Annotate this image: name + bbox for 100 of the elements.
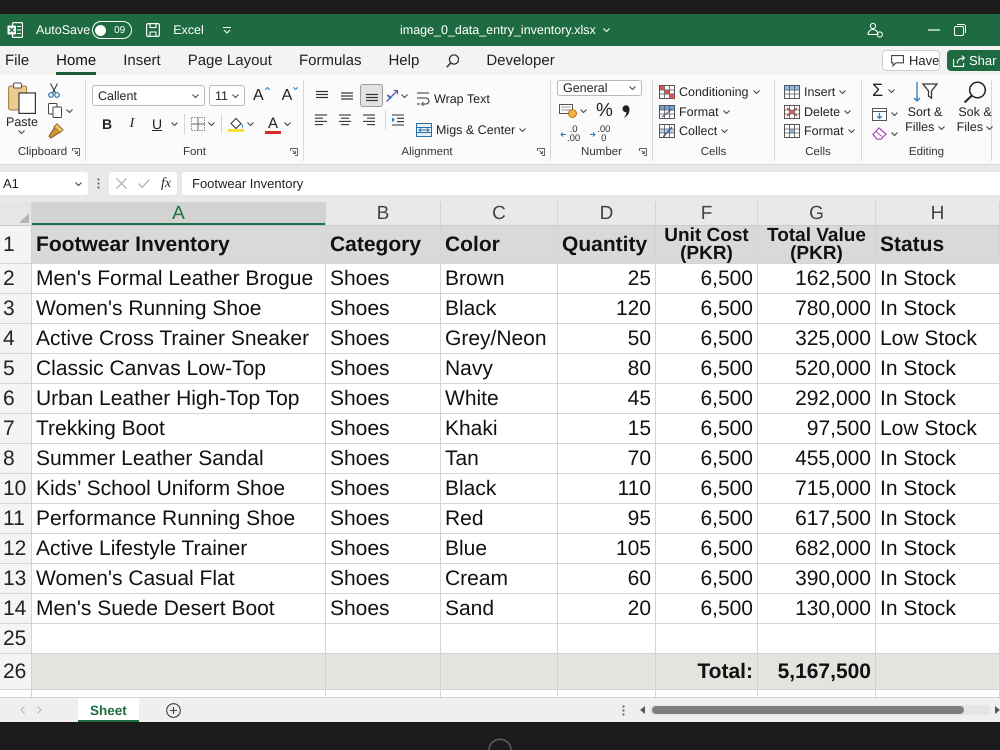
decrease-decimal-button[interactable]: .00 0 bbox=[590, 126, 610, 143]
row-header[interactable]: 25 bbox=[0, 624, 32, 654]
chevron-down-icon[interactable] bbox=[891, 112, 898, 116]
column-header[interactable]: C bbox=[441, 202, 558, 226]
spreadsheet-app-icon[interactable] bbox=[7, 22, 23, 38]
conditional-formatting-button[interactable]: Conditioning bbox=[659, 82, 760, 102]
ribbon-tab[interactable]: File bbox=[5, 46, 30, 75]
grow-font-button[interactable]: A bbox=[249, 86, 274, 104]
add-sheet-icon[interactable] bbox=[166, 702, 181, 718]
shrink-font-button[interactable]: A bbox=[278, 86, 302, 104]
insert-cells-button[interactable]: Insert bbox=[784, 82, 846, 102]
sort-filter-button[interactable]: Sort & Filles bbox=[902, 80, 948, 143]
ribbon-tab[interactable]: Page Layout bbox=[188, 46, 272, 75]
dialog-launcher-icon[interactable] bbox=[537, 148, 545, 156]
row-header[interactable]: 6 bbox=[0, 384, 32, 414]
row-header[interactable]: 13 bbox=[0, 564, 32, 594]
minimize-icon[interactable] bbox=[928, 29, 940, 31]
row-header[interactable]: 11 bbox=[0, 504, 32, 534]
italic-button[interactable]: I bbox=[121, 114, 143, 134]
accounting-format-icon[interactable] bbox=[559, 104, 577, 118]
chevron-down-icon[interactable] bbox=[284, 122, 292, 126]
column-header[interactable]: G bbox=[758, 202, 876, 226]
paste-button[interactable]: Paste bbox=[6, 80, 38, 143]
font-size-dropdown[interactable]: 11 bbox=[209, 85, 245, 106]
delete-cells-button[interactable]: Delete bbox=[784, 102, 852, 122]
chevron-down-icon[interactable] bbox=[247, 122, 254, 126]
autosum-button[interactable]: Σ bbox=[872, 80, 896, 101]
column-header[interactable]: H bbox=[876, 202, 1000, 226]
eraser-icon[interactable] bbox=[872, 127, 887, 140]
align-right-icon[interactable] bbox=[362, 114, 376, 126]
row-header[interactable]: 2 bbox=[0, 264, 32, 294]
find-select-button[interactable]: Sok & Files bbox=[952, 80, 998, 143]
indent-icon[interactable] bbox=[391, 114, 405, 126]
column-header[interactable]: F bbox=[656, 202, 758, 226]
chevron-down-icon[interactable] bbox=[891, 132, 898, 136]
search-icon[interactable] bbox=[446, 54, 460, 68]
row-header[interactable]: 1 bbox=[0, 226, 32, 264]
row-header[interactable]: 4 bbox=[0, 324, 32, 354]
format-painter-icon[interactable] bbox=[48, 123, 64, 139]
file-name[interactable]: image_0_data_entry_inventory.xlsx bbox=[400, 23, 610, 37]
row-header[interactable]: 3 bbox=[0, 294, 32, 324]
column-header[interactable]: D bbox=[558, 202, 656, 226]
comma-style-icon[interactable] bbox=[622, 104, 630, 118]
autosave-toggle[interactable]: 09 bbox=[92, 21, 132, 39]
row-header[interactable]: 7 bbox=[0, 414, 32, 444]
chevron-down-icon[interactable] bbox=[401, 94, 408, 98]
chevron-down-icon[interactable] bbox=[66, 108, 73, 112]
merge-center-button[interactable]: Migs & Center bbox=[416, 120, 526, 140]
insert-function-button[interactable]: fx bbox=[161, 176, 172, 192]
sheet-tab[interactable]: Sheet bbox=[78, 698, 139, 722]
row-header[interactable]: 12 bbox=[0, 534, 32, 564]
horizontal-scrollbar[interactable] bbox=[648, 705, 991, 715]
share-button[interactable]: Shar bbox=[947, 50, 1000, 71]
ribbon-tab[interactable]: Help bbox=[388, 46, 420, 75]
dialog-launcher-icon[interactable] bbox=[72, 148, 80, 156]
row-header[interactable]: 26 bbox=[0, 654, 32, 690]
more-options-icon[interactable] bbox=[97, 178, 100, 189]
copy-icon[interactable] bbox=[48, 103, 62, 118]
align-bottom-button[interactable] bbox=[360, 84, 383, 107]
scrollbar-thumb[interactable] bbox=[652, 706, 964, 714]
font-name-dropdown[interactable]: Callent bbox=[92, 85, 205, 106]
chevron-down-icon[interactable] bbox=[208, 122, 215, 126]
bold-button[interactable]: B bbox=[96, 114, 118, 134]
borders-icon[interactable] bbox=[191, 117, 205, 131]
chevron-down-icon[interactable] bbox=[580, 109, 587, 113]
formula-field[interactable]: Footwear Inventory bbox=[182, 172, 1000, 195]
wrap-text-button[interactable]: Wrap Text bbox=[416, 89, 526, 109]
row-header[interactable]: 10 bbox=[0, 474, 32, 504]
dialog-launcher-icon[interactable] bbox=[290, 148, 298, 156]
number-format-dropdown[interactable]: General bbox=[557, 80, 642, 96]
column-header[interactable]: A bbox=[32, 202, 326, 226]
font-color-button[interactable]: A bbox=[265, 114, 282, 134]
ribbon-tab[interactable]: Insert bbox=[123, 46, 161, 75]
row-header[interactable]: 14 bbox=[0, 594, 32, 624]
scroll-left-icon[interactable] bbox=[640, 706, 645, 714]
dialog-launcher-icon[interactable] bbox=[639, 148, 647, 156]
format-cells-button[interactable]: Format bbox=[784, 121, 855, 142]
percent-style-button[interactable]: % bbox=[590, 100, 619, 122]
column-header[interactable]: B bbox=[326, 202, 441, 226]
cell-styles-button[interactable]: Collect bbox=[659, 121, 728, 142]
format-as-table-button[interactable]: Format bbox=[659, 102, 730, 122]
scroll-right-icon[interactable] bbox=[995, 706, 1000, 714]
orientation-icon[interactable] bbox=[385, 88, 399, 102]
people-icon[interactable] bbox=[867, 22, 883, 38]
more-options-icon[interactable] bbox=[622, 704, 625, 716]
align-left-icon[interactable] bbox=[314, 114, 328, 126]
fill-down-icon[interactable] bbox=[872, 108, 887, 120]
row-header[interactable]: 8 bbox=[0, 444, 32, 474]
align-center-icon[interactable] bbox=[338, 114, 352, 126]
ribbon-tab[interactable]: Formulas bbox=[298, 46, 362, 75]
chevron-down-icon[interactable] bbox=[171, 122, 178, 126]
restore-icon[interactable] bbox=[954, 24, 966, 36]
row-header[interactable]: 5 bbox=[0, 354, 32, 384]
ribbon-tab[interactable]: Developer bbox=[486, 46, 555, 75]
fill-color-icon[interactable] bbox=[228, 116, 244, 132]
customize-dropdown-icon[interactable] bbox=[222, 26, 231, 34]
save-icon[interactable] bbox=[146, 23, 160, 37]
name-box[interactable]: A1 bbox=[0, 172, 88, 195]
increase-decimal-button[interactable]: .0 .00 bbox=[560, 126, 580, 143]
underline-button[interactable]: U bbox=[146, 114, 168, 134]
